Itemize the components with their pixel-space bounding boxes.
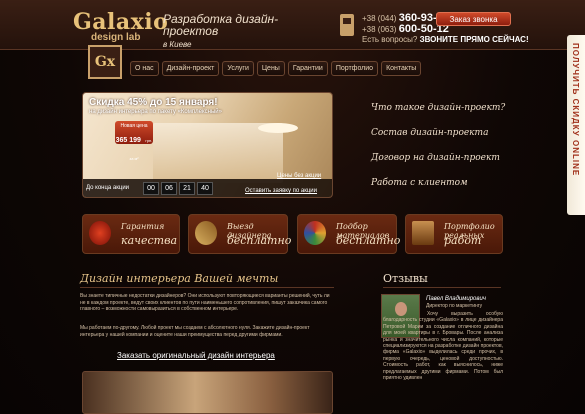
review-text: Хочу выразить особую благодарность студи…: [383, 311, 503, 382]
timer-days: 00: [143, 182, 159, 195]
link-client-work[interactable]: Работа с клиентом: [371, 178, 505, 203]
info-links: Что такое дизайн-проект? Состав дизайн-п…: [371, 103, 505, 203]
feature-portfolio-line2: работ: [444, 234, 482, 247]
main-heading: Дизайн интерьера Вашей мечты: [80, 272, 279, 285]
phone2-code: +38 (063): [362, 25, 397, 34]
reviewer-name: Павел Владимирович: [426, 296, 486, 302]
reviewer-role: Директор по маркетингу: [426, 303, 483, 309]
timer-minutes: 21: [179, 182, 195, 195]
link-what-is-project[interactable]: Что такое дизайн-проект?: [371, 103, 505, 128]
nav-item-design-project[interactable]: Дизайн-проект: [161, 61, 220, 76]
price-label: Новая цена: [120, 123, 148, 129]
nav-item-portfolio[interactable]: Портфолио: [330, 61, 379, 76]
feature-quality-line1: Гарантия: [121, 222, 165, 231]
phone1-code: +38 (044): [362, 14, 397, 23]
phone-icon: [340, 14, 354, 36]
interior-gallery-image[interactable]: [82, 371, 333, 414]
question-cta: ЗВОНИТЕ ПРЯМО СЕЙЧАС!: [419, 35, 529, 44]
logo-subtitle: design lab: [91, 32, 141, 43]
tagline-text: Разработка дизайн-проектов: [163, 12, 279, 38]
main-nav: О нас Дизайн-проект Услуги Цены Гарантии…: [130, 61, 422, 76]
logo-emblem[interactable]: Gx: [88, 45, 122, 79]
feature-quality[interactable]: Гарантия качества: [82, 214, 180, 254]
promo-banner: Скидка 45% до 15 января! на дизайн интер…: [82, 92, 333, 198]
promo-title: Скидка 45% до 15 января!: [89, 97, 218, 108]
countdown-timer: 00 06 21 40: [143, 182, 213, 195]
pencil-icon: [195, 221, 217, 245]
reviews-heading: Отзывы: [383, 272, 428, 285]
nav-item-about[interactable]: О нас: [130, 61, 159, 76]
feature-portfolio[interactable]: Портфолио реальных работ: [405, 214, 503, 254]
order-design-link[interactable]: Заказать оригинальный дизайн интерьера: [117, 351, 275, 360]
palette-icon: [304, 221, 326, 245]
lamp-image: [258, 123, 298, 133]
question-line: Есть вопросы? ЗВОНИТЕ ПРЯМО СЕЙЧАС!: [362, 35, 529, 44]
timer-seconds: 40: [197, 182, 213, 195]
intro-paragraph-2: Мы работаем по-другому. Любой проект мы …: [80, 325, 310, 338]
link-project-contents[interactable]: Состав дизайн-проекта: [371, 128, 505, 153]
price-value: 365 199: [115, 137, 141, 144]
intro-paragraph-1: Вы знаете типичные недостатки дизайнеров…: [80, 293, 330, 312]
nav-item-prices[interactable]: Цены: [256, 61, 285, 76]
nav-item-services[interactable]: Услуги: [222, 61, 254, 76]
quality-seal-icon: [89, 221, 111, 245]
feature-materials[interactable]: Подбор материалов бесплатно: [297, 214, 401, 254]
promo-subtitle: на дизайн интерьера по пакету «Комплексн…: [89, 109, 222, 115]
order-call-button[interactable]: Заказ звонка: [436, 12, 511, 26]
easel-icon: [412, 221, 434, 245]
discount-side-tab[interactable]: ПОЛУЧИТЬ СКИДКУ ONLINE: [567, 35, 585, 215]
page: Galaxio design lab Разработка дизайн-про…: [0, 0, 585, 414]
tagline-sub: в Киеве: [163, 40, 192, 49]
timer-hours: 06: [161, 182, 177, 195]
interior-image: [153, 123, 283, 183]
nav-item-contacts[interactable]: Контакты: [381, 61, 422, 76]
tagline: Разработка дизайн-проектов в Киеве: [163, 13, 313, 51]
reviews-divider: [383, 287, 501, 288]
feature-quality-line2: качества: [121, 234, 178, 247]
feature-visit[interactable]: Выезд дизайнера бесплатно: [188, 214, 292, 254]
nav-item-guarantees[interactable]: Гарантии: [287, 61, 328, 76]
divider: [80, 287, 334, 288]
price-badge: Новая цена 365 199 грн. за м²: [115, 121, 153, 161]
feature-materials-line2: бесплатно: [336, 234, 401, 247]
question-text: Есть вопросы?: [362, 35, 418, 44]
side-tab-label: ПОЛУЧИТЬ СКИДКУ ONLINE: [571, 43, 580, 177]
promo-request-link[interactable]: Оставить заявку по акции: [245, 188, 317, 194]
link-contract[interactable]: Договор на дизайн-проект: [371, 153, 505, 178]
feature-visit-line2: бесплатно: [227, 234, 292, 247]
header: Galaxio design lab Разработка дизайн-про…: [0, 0, 585, 50]
countdown-label: До конца акции: [86, 185, 130, 191]
